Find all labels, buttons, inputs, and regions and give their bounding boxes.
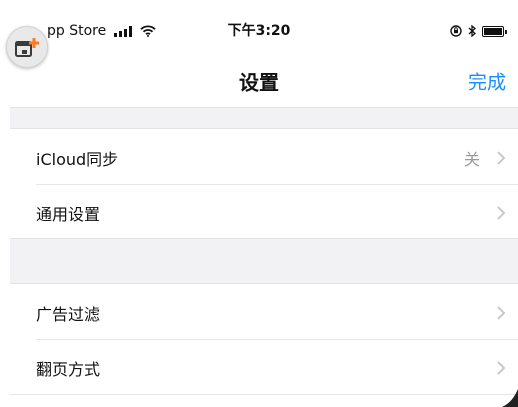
settings-row-general[interactable]: 通用设置: [10, 185, 518, 240]
wifi-icon: [140, 25, 156, 37]
orientation-lock-icon: [450, 25, 462, 37]
battery-icon: [482, 25, 507, 37]
status-bar: pp Store 下午3:20: [0, 0, 518, 40]
chevron-right-icon: [497, 360, 506, 375]
settings-row-icloud-sync[interactable]: iCloud同步 关: [10, 130, 518, 185]
settings-row-ad-filter[interactable]: 广告过滤: [10, 285, 518, 340]
chevron-right-icon: [497, 305, 506, 320]
chevron-right-icon: [497, 205, 506, 220]
list-bottom-divider: [10, 394, 518, 395]
status-left: pp Store: [47, 23, 156, 39]
nav-bar: 设置 完成: [0, 40, 518, 107]
row-label: 通用设置: [36, 204, 101, 224]
status-time: 下午3:20: [227, 23, 291, 39]
row-label: 翻页方式: [36, 359, 101, 379]
carrier-label: pp Store: [47, 23, 107, 39]
row-value: 关: [463, 149, 480, 169]
status-right: [450, 25, 507, 37]
section-separator: [10, 238, 518, 284]
chevron-right-icon: [497, 150, 506, 165]
corner-shape: [502, 389, 518, 407]
page-title: 设置: [239, 70, 279, 95]
settings-row-page-turn[interactable]: 翻页方式: [10, 340, 518, 395]
signal-icon: [114, 25, 133, 37]
section-separator: [10, 107, 518, 129]
done-button[interactable]: 完成: [468, 68, 506, 95]
row-label: iCloud同步: [36, 149, 119, 169]
bluetooth-icon: [468, 25, 476, 37]
row-label: 广告过滤: [36, 304, 101, 324]
